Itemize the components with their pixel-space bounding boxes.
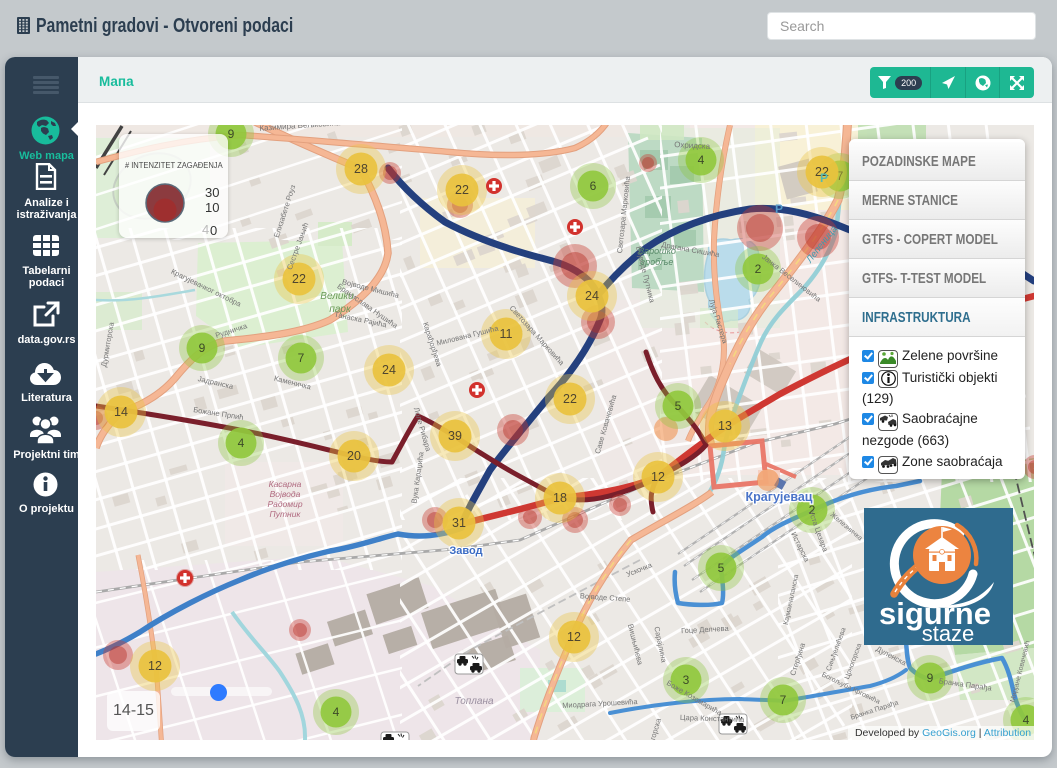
svg-text:22: 22 (292, 272, 306, 286)
svg-text:5: 5 (718, 561, 725, 575)
svg-text:24: 24 (585, 289, 599, 303)
svg-text:staze: staze (922, 621, 975, 645)
svg-text:24: 24 (382, 363, 396, 377)
svg-text:6: 6 (590, 179, 597, 193)
svg-text:Завод: Завод (449, 545, 482, 557)
svg-text:Охридска: Охридска (674, 140, 711, 151)
svg-text:P: P (820, 171, 828, 185)
svg-text:P: P (775, 202, 783, 216)
svg-text:20: 20 (347, 449, 361, 463)
svg-text:22: 22 (563, 392, 577, 406)
svg-text:28: 28 (354, 162, 368, 176)
svg-text:31: 31 (452, 516, 466, 530)
svg-text:12: 12 (148, 659, 162, 673)
svg-text:13: 13 (718, 419, 732, 433)
svg-text:7: 7 (780, 693, 787, 707)
svg-text:9: 9 (228, 127, 235, 141)
svg-text:2: 2 (755, 262, 762, 276)
svg-text:18: 18 (553, 491, 567, 505)
svg-text:12: 12 (567, 630, 581, 644)
svg-text:7: 7 (298, 351, 305, 365)
svg-text:5: 5 (675, 399, 682, 413)
svg-text:4: 4 (698, 153, 705, 167)
svg-text:9: 9 (199, 341, 206, 355)
svg-text:парк: парк (329, 304, 352, 315)
svg-text:4: 4 (1023, 713, 1030, 727)
svg-text:39: 39 (448, 429, 462, 443)
svg-text:Крагујевац: Крагујевац (746, 490, 813, 504)
svg-text:4: 4 (333, 705, 340, 719)
svg-text:9: 9 (927, 671, 934, 685)
svg-text:4: 4 (238, 436, 245, 450)
svg-text:12: 12 (651, 470, 665, 484)
svg-text:Путник: Путник (270, 509, 302, 519)
svg-text:Касарна: Касарна (269, 479, 302, 489)
svg-text:Велики: Велики (320, 291, 354, 302)
svg-text:22: 22 (455, 183, 469, 197)
svg-text:14: 14 (114, 405, 128, 419)
svg-text:гробље: гробље (641, 257, 674, 267)
svg-text:Варошко: Варошко (638, 246, 676, 256)
svg-text:Војвода: Војвода (270, 489, 301, 499)
svg-text:11: 11 (500, 327, 513, 341)
svg-text:Топлана: Топлана (454, 696, 494, 707)
svg-text:Радомир: Радомир (267, 499, 302, 509)
svg-text:3: 3 (683, 673, 690, 687)
